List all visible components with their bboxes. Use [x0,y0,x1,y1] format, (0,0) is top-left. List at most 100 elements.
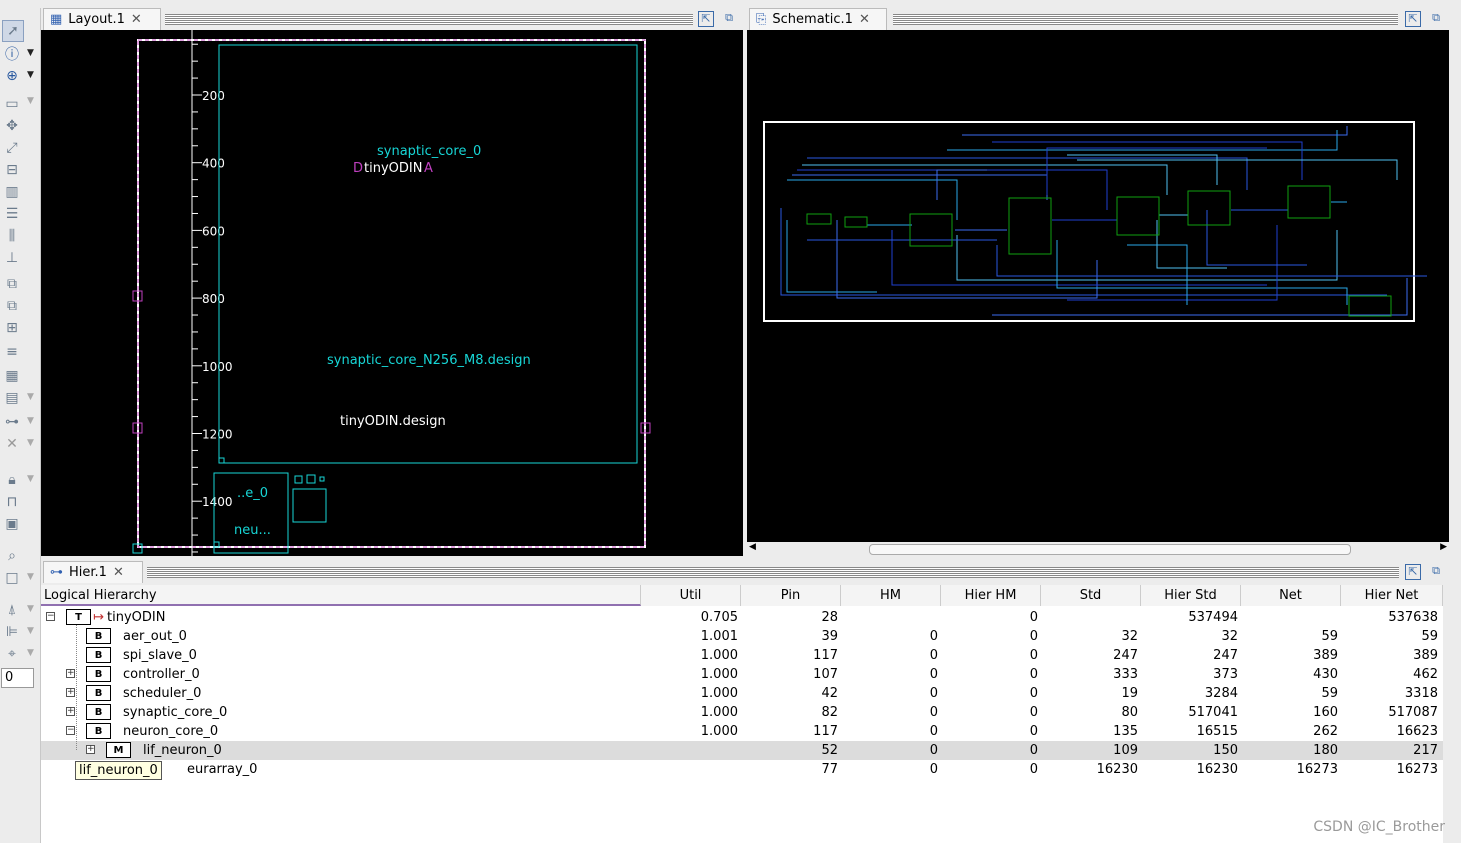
cell-hm [841,608,941,627]
snap-icon[interactable]: ⊥ [2,248,22,268]
cell-hier-std: 517041 [1188,705,1238,720]
collapse-icon[interactable]: − [46,612,55,621]
box-dropdown-arrow-icon[interactable]: ▼ [27,572,34,582]
zoom-level-input[interactable]: 0 [1,668,34,688]
align-left-icon[interactable]: ⊫ [2,622,22,642]
scroll-right-icon[interactable]: ▶ [1440,542,1447,552]
float-window-icon[interactable]: ⧉ [1428,564,1444,580]
grid-icon[interactable]: ▦ [2,366,22,386]
fixed-icon[interactable]: ▣ [2,514,22,534]
float-window-icon[interactable]: ⧉ [721,11,737,27]
cell-hier-std: 247 [1213,648,1238,663]
zoom-icon[interactable]: ⊕ [2,66,22,86]
expand-icon[interactable]: + [66,669,75,678]
float-window-icon[interactable]: ⧉ [1428,11,1444,27]
close-icon[interactable]: ✕ [131,12,142,27]
maximize-icon[interactable]: ⇱ [1405,564,1421,580]
copy-icon[interactable]: ⧉ [2,274,22,294]
layer-icon[interactable]: ▤ [2,388,22,408]
hierarchy-dropdown-arrow-icon[interactable]: ▼ [27,416,34,426]
col-header-net[interactable]: Net [1241,585,1341,606]
zoom-dropdown-arrow-icon[interactable]: ▼ [27,70,34,80]
pin-icon[interactable]: ⍋ [2,600,22,620]
scroll-left-icon[interactable]: ◀ [749,542,756,552]
stack-icon[interactable]: ☰ [2,204,22,224]
info-dropdown-arrow-icon[interactable]: ▼ [27,48,34,58]
box-icon[interactable]: □ [2,568,22,588]
col-header-hier-std[interactable]: Hier Std [1141,585,1241,606]
col-header-std[interactable]: Std [1041,585,1141,606]
distribute-icon[interactable]: ≡ [2,342,22,362]
cell-hier-net: 537638 [1388,610,1438,625]
module-name: eurarray_0 [187,762,258,777]
target-icon[interactable]: ⌖ [2,644,22,664]
close-icon[interactable]: ✕ [859,12,870,27]
maximize-icon[interactable]: ⇱ [698,11,714,27]
synaptic-core-label: synaptic_core_0 [377,144,481,159]
col-header-util[interactable]: Util [641,585,741,606]
find-icon[interactable]: ⌕ [2,546,22,566]
table-row[interactable]: − TtinyODIN ↦ 0.705 28 0 537494 537638 [41,608,1443,627]
cell-std: 109 [1113,743,1138,758]
delete-icon[interactable]: ✕ [2,434,22,454]
lock-dropdown-arrow-icon[interactable]: ▼ [27,474,34,484]
overlap-label-left: D [353,161,363,176]
schematic-wire [891,230,1267,286]
layer-dropdown-arrow-icon[interactable]: ▼ [27,392,34,402]
cell-hier-hm: 0 [1029,743,1038,758]
schematic-wire [1156,220,1227,269]
table-row[interactable]: − Bneuron_core_0 1.000 117 0 0 135 16515 262 1662… [41,722,1443,741]
flip-icon[interactable]: ⊟ [2,160,22,180]
layout-canvas[interactable]: 200 400 600 800 1000 1200 1400 synaptic_core_0… [41,30,743,556]
collapse-icon[interactable]: − [66,726,75,735]
table-row[interactable]: eurarray_0 77 0 0 16230 16230 16273 16273 [41,760,1443,779]
cell-net: 16273 [1296,762,1338,777]
expand-icon[interactable]: + [66,707,75,716]
align-dropdown-arrow-icon[interactable]: ▼ [27,626,34,636]
expand-icon[interactable]: + [86,745,95,754]
unlock-icon[interactable]: ⊓ [2,492,22,512]
select-arrow-icon[interactable]: ➚ [2,20,24,42]
space-icon[interactable]: ⫼ [2,226,22,246]
lock-icon[interactable]: 🔒︎ [2,470,22,490]
table-row[interactable]: Bspi_slave_0 1.000 117 0 0 247 247 389 389 [41,646,1443,665]
col-header-hier-hm[interactable]: Hier HM [941,585,1041,606]
resize-icon[interactable]: ⤢ [2,138,22,158]
hierarchy-icon[interactable]: ⊶ [2,412,22,432]
expand-icon[interactable]: + [66,688,75,697]
col-header-hier-net[interactable]: Hier Net [1341,585,1443,606]
cell-net: 389 [1313,648,1338,663]
table-row[interactable]: + Bsynaptic_core_0 1.000 82 0 0 80 517041 160 517… [41,703,1443,722]
move-icon[interactable]: ✥ [2,116,22,136]
col-header-logical[interactable]: Logical Hierarchy [41,585,641,606]
tab-layout[interactable]: ▦ Layout.1 ✕ [43,8,161,30]
table-row[interactable]: + Bcontroller_0 1.000 107 0 0 333 373 430 462 [41,665,1443,684]
cell-net: 59 [1321,686,1338,701]
rect-select-icon[interactable]: ▭ [2,94,22,114]
schematic-canvas[interactable] [747,30,1449,542]
module-type-badge: B [86,628,111,644]
cell-pin: 52 [821,743,838,758]
target-dropdown-arrow-icon[interactable]: ▼ [27,648,34,658]
cell-hm: 0 [929,686,938,701]
close-icon[interactable]: ✕ [113,565,124,580]
cell-pin: 77 [821,762,838,777]
tab-schematic[interactable]: ⎘ Schematic.1 ✕ [749,8,887,30]
table-row[interactable]: Baer_out_0 1.001 39 0 0 32 32 59 59 [41,627,1443,646]
table-row[interactable]: + Mlif_neuron_0 52 0 0 109 150 180 217 [41,741,1443,760]
col-header-pin[interactable]: Pin [741,585,841,606]
group-icon[interactable]: ⊞ [2,318,22,338]
delete-dropdown-arrow-icon[interactable]: ▼ [27,438,34,448]
schematic-hscrollbar[interactable]: ◀ ▶ [747,542,1449,556]
duplicate-icon[interactable]: ⧉ [2,296,22,316]
col-header-hm[interactable]: HM [841,585,941,606]
rect-dropdown-arrow-icon[interactable]: ▼ [27,96,34,106]
table-row[interactable]: + Bscheduler_0 1.000 42 0 0 19 3284 59 3318 [41,684,1443,703]
pin-dropdown-arrow-icon[interactable]: ▼ [27,604,34,614]
align-icon[interactable]: ▥ [2,182,22,202]
scroll-thumb[interactable] [869,544,1351,555]
info-icon[interactable]: ⓘ [2,44,22,64]
maximize-icon[interactable]: ⇱ [1405,11,1421,27]
tab-hier[interactable]: ⊶ Hier.1 ✕ [43,561,143,583]
tree-guide-line [76,625,77,750]
